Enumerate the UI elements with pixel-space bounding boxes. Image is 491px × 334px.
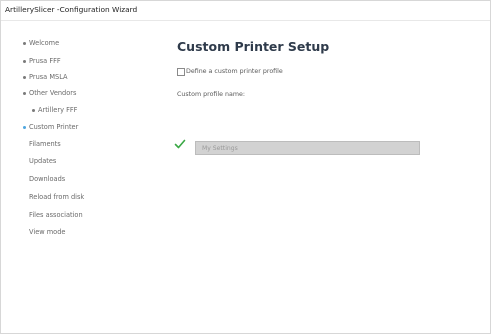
define-custom-profile-checkbox[interactable]: [177, 68, 185, 76]
bullet-icon: [23, 76, 26, 79]
sidebar-item-reload-from-disk[interactable]: Reload from disk: [29, 192, 84, 202]
window-title: ArtillerySlicer -Configuration Wizard: [5, 5, 138, 14]
sidebar-item-prusa-fff[interactable]: Prusa FFF: [23, 56, 61, 66]
sidebar-item-label: Prusa FFF: [29, 57, 61, 65]
sidebar-item-label: Updates: [29, 157, 57, 165]
wizard-sidebar: Welcome Prusa FFF Prusa MSLA Other Vendo…: [1, 21, 161, 334]
bullet-icon: [23, 92, 26, 95]
sidebar-item-label: Other Vendors: [29, 89, 77, 97]
sidebar-item-label: Filaments: [29, 140, 61, 148]
sidebar-item-label: Artillery FFF: [38, 106, 78, 114]
sidebar-item-custom-printer[interactable]: Custom Printer: [23, 122, 79, 132]
configuration-wizard-window: ArtillerySlicer -Configuration Wizard We…: [0, 0, 491, 334]
sidebar-item-other-vendors[interactable]: Other Vendors: [23, 88, 77, 98]
sidebar-item-label: View mode: [29, 228, 66, 236]
sidebar-item-label: Prusa MSLA: [29, 73, 68, 81]
sidebar-item-label: Downloads: [29, 175, 66, 183]
sidebar-item-artillery-fff[interactable]: Artillery FFF: [32, 105, 78, 115]
sidebar-item-view-mode[interactable]: View mode: [29, 227, 65, 237]
custom-profile-name-label: Custom profile name:: [177, 91, 245, 98]
title-bar[interactable]: ArtillerySlicer -Configuration Wizard: [1, 1, 490, 21]
check-icon: [174, 139, 186, 149]
page-title: Custom Printer Setup: [177, 39, 330, 54]
sidebar-item-label: Custom Printer: [29, 123, 79, 131]
sidebar-item-prusa-msla[interactable]: Prusa MSLA: [23, 72, 68, 82]
custom-profile-name-input[interactable]: [195, 141, 420, 155]
bullet-icon: [23, 60, 26, 63]
sidebar-item-label: Reload from disk: [29, 193, 85, 201]
bullet-icon: [23, 42, 26, 45]
bullet-icon: [32, 109, 35, 112]
active-bullet-icon: [23, 126, 26, 129]
sidebar-item-welcome[interactable]: Welcome: [23, 38, 60, 48]
sidebar-item-filaments[interactable]: Filaments: [29, 139, 61, 149]
sidebar-item-label: Welcome: [29, 39, 60, 47]
sidebar-item-files-association[interactable]: Files association: [29, 210, 83, 220]
sidebar-item-downloads[interactable]: Downloads: [29, 174, 65, 184]
sidebar-item-updates[interactable]: Updates: [29, 156, 56, 166]
define-custom-profile-label: Define a custom printer profile: [186, 68, 283, 75]
sidebar-item-label: Files association: [29, 211, 83, 219]
